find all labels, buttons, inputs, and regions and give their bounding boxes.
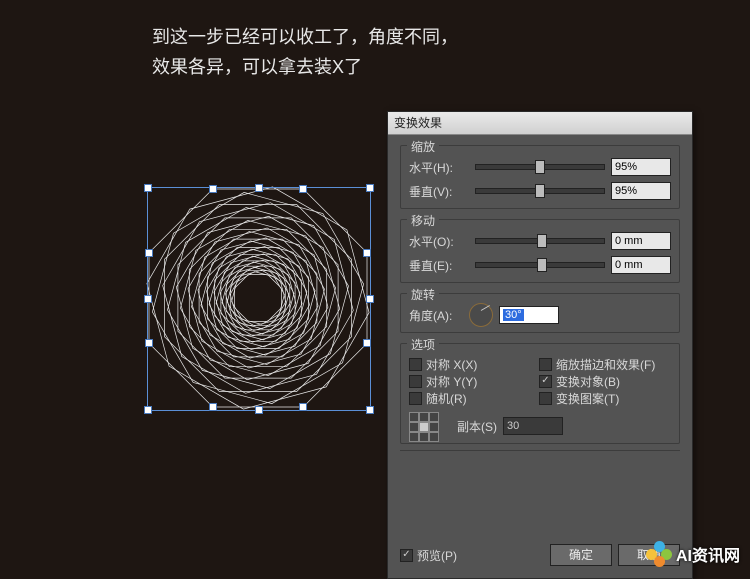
scale-h-label: 水平(H): (409, 159, 469, 176)
anchor-point[interactable] (299, 185, 307, 193)
move-v-label: 垂直(E): (409, 257, 469, 274)
scale-v-label: 垂直(V): (409, 183, 469, 200)
options-section: 选项 对称 X(X) 缩放描边和效果(F) 对称 Y(Y) ✓变换对象(B) 随… (400, 343, 680, 444)
rotate-section: 旋转 角度(A): 30° (400, 293, 680, 333)
artboard-selection[interactable] (135, 175, 381, 421)
transform-patterns-checkbox[interactable]: 变换图案(T) (539, 390, 659, 407)
resize-handle-bm[interactable] (255, 406, 263, 414)
resize-handle-tr[interactable] (366, 184, 374, 192)
resize-handle-tm[interactable] (255, 184, 263, 192)
move-legend: 移动 (407, 212, 439, 229)
scale-section: 缩放 水平(H): 95% 垂直(V): 95% (400, 145, 680, 209)
move-h-label: 水平(O): (409, 233, 469, 250)
watermark-text: AI资讯网 (676, 542, 740, 566)
watermark-logo-icon (646, 541, 672, 567)
watermark: AI资讯网 (646, 541, 740, 567)
random-checkbox[interactable]: 随机(R) (409, 390, 529, 407)
divider (400, 450, 680, 451)
resize-handle-bl[interactable] (144, 406, 152, 414)
resize-handle-mr[interactable] (366, 295, 374, 303)
scale-v-input[interactable]: 95% (611, 182, 671, 200)
selection-bounding-box[interactable] (147, 187, 371, 411)
move-v-slider[interactable] (475, 262, 605, 268)
caption-line1: 到这一步已经可以收工了，角度不同， (152, 22, 458, 52)
reflect-y-checkbox[interactable]: 对称 Y(Y) (409, 373, 529, 390)
reflect-x-checkbox[interactable]: 对称 X(X) (409, 356, 529, 373)
anchor-point[interactable] (145, 339, 153, 347)
angle-knob[interactable] (469, 303, 493, 327)
scale-legend: 缩放 (407, 138, 439, 155)
transform-objects-checkbox[interactable]: ✓变换对象(B) (539, 373, 659, 390)
transform-effect-dialog: 变换效果 缩放 水平(H): 95% 垂直(V): 95% 移动 水平(O): … (387, 111, 693, 579)
anchor-point[interactable] (145, 249, 153, 257)
caption-line2: 效果各异，可以拿去装X了 (152, 52, 458, 82)
resize-handle-tl[interactable] (144, 184, 152, 192)
rotate-legend: 旋转 (407, 286, 439, 303)
options-legend: 选项 (407, 336, 439, 353)
anchor-point[interactable] (209, 185, 217, 193)
anchor-point[interactable] (363, 339, 371, 347)
reference-point-matrix[interactable] (409, 412, 437, 440)
move-h-slider[interactable] (475, 238, 605, 244)
ok-button[interactable]: 确定 (550, 544, 612, 566)
scale-v-slider[interactable] (475, 188, 605, 194)
scale-strokes-checkbox[interactable]: 缩放描边和效果(F) (539, 356, 659, 373)
resize-handle-ml[interactable] (144, 295, 152, 303)
move-section: 移动 水平(O): 0 mm 垂直(E): 0 mm (400, 219, 680, 283)
resize-handle-br[interactable] (366, 406, 374, 414)
preview-checkbox[interactable]: ✓预览(P) (400, 547, 457, 564)
scale-h-input[interactable]: 95% (611, 158, 671, 176)
angle-label: 角度(A): (409, 307, 469, 324)
copies-input[interactable]: 30 (503, 417, 563, 435)
anchor-point[interactable] (299, 403, 307, 411)
move-v-input[interactable]: 0 mm (611, 256, 671, 274)
angle-input[interactable]: 30° (499, 306, 559, 324)
tutorial-caption: 到这一步已经可以收工了，角度不同， 效果各异，可以拿去装X了 (152, 22, 458, 82)
anchor-point[interactable] (363, 249, 371, 257)
scale-h-slider[interactable] (475, 164, 605, 170)
move-h-input[interactable]: 0 mm (611, 232, 671, 250)
anchor-point[interactable] (209, 403, 217, 411)
copies-label: 副本(S) (457, 418, 497, 435)
dialog-title[interactable]: 变换效果 (388, 112, 692, 135)
